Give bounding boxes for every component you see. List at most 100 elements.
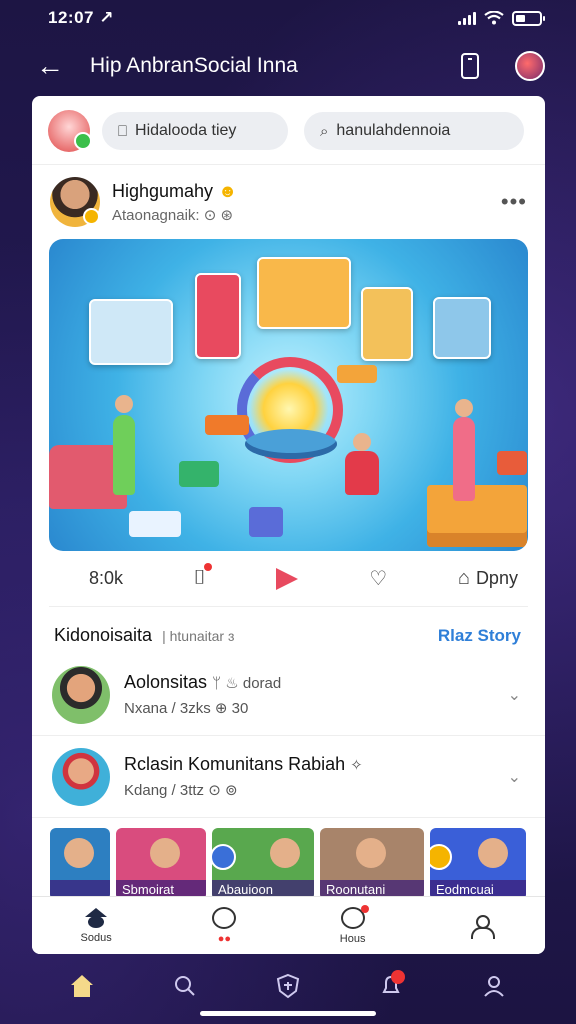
thumbnail-face [270,838,300,868]
communities-section-header: Kidonoisaita | htunaitar ɜ Rlaz Story [32,625,545,646]
chevron-down-icon[interactable]: ⌄ [508,685,521,705]
thumbnail-face [356,838,386,868]
share-button[interactable]: ⌂ Dpny [458,567,518,590]
device-icon[interactable] [454,50,486,82]
play-button[interactable] [276,567,299,590]
nav-search[interactable] [165,966,205,1006]
home-icon [70,975,93,997]
nav-create[interactable] [268,966,308,1006]
story-thumbnail[interactable]: Roonutani [320,828,424,900]
home-indicator[interactable] [200,1011,376,1016]
post-hero-illustration[interactable] [49,239,528,551]
post-meta: Highgumahy ☻ Ataonagnaik: ⊙ ⊛ [112,181,501,224]
illustration-box [427,485,527,547]
community-meta: Aolonsitas ᛘ ♨ dorad Nxana / 3zks ⊕ 30 [124,672,508,717]
tab-notifications[interactable]: Hous [313,904,393,945]
app-header: ← Hip AnbranSocial Inna [0,42,576,90]
illustration-cube [497,451,527,475]
illustration-panel [257,257,351,329]
play-badge-icon [212,844,236,870]
community-name: Aolonsitas ᛘ ♨ dorad [124,672,282,692]
story-thumbnail[interactable] [50,828,110,900]
page-title: Hip AnbranSocial Inna [90,54,298,77]
search-pill[interactable]: ⌕ hanulahdennoia [304,112,524,150]
tab-profile[interactable] [441,914,521,939]
home-icon [85,907,108,928]
story-thumbnails: Sbmoirat Abauioon Roonutani Eodmcuai [32,818,545,900]
list-item[interactable]: Rclasin Komunitans Rabiah ✧ Kdang / 3ttz… [32,736,545,818]
community-tag: ᛘ ♨ dorad [212,675,282,692]
profile-avatar-button[interactable] [514,50,546,82]
heart-button[interactable]: ♡ [369,566,387,591]
community-tag: ✧ [350,757,363,774]
story-thumbnail[interactable]: Abauioon [212,828,314,900]
illustration-person-head [455,399,473,417]
chevron-down-icon[interactable]: ⌄ [508,767,521,787]
wifi-icon [484,11,504,25]
community-avatar [52,665,110,724]
illustration-cube [249,507,283,537]
card-tab-bar: Sodus ●● Hous [32,896,545,954]
bag-icon: ⎕ [118,122,128,140]
heart-icon: ♡ [369,568,388,590]
thumbnail-face [478,838,508,868]
user-icon [470,914,495,939]
community-name: Rclasin Komunitans Rabiah ✧ [124,754,363,774]
list-item[interactable]: Aolonsitas ᛘ ♨ dorad Nxana / 3zks ⊕ 30 ⌄ [32,654,545,736]
nav-notifications[interactable] [371,966,411,1006]
illustration-panel [89,299,173,365]
story-thumbnail[interactable]: Sbmoirat [116,828,206,900]
feed-card: ⎕ Hidalooda tiey ⌕ hanulahdennoia Highgu… [32,96,545,954]
nav-home[interactable] [62,966,102,1006]
play-icon [276,567,299,590]
illustration-person [113,415,135,495]
illustration-sign [337,365,377,383]
bottom-nav [0,960,576,1012]
section-subtitle: | htunaitar ɜ [162,628,235,644]
section-link[interactable]: Rlaz Story [438,626,521,646]
app-logo-avatar[interactable] [48,110,92,152]
star-badge-icon [430,844,452,870]
notification-icon [340,904,369,929]
status-time: 12:07 ↗ [48,8,114,27]
nav-profile[interactable] [474,966,514,1006]
post-subtitle: Ataonagnaik: ⊙ ⊛ [112,206,234,224]
illustration-sign [205,415,249,435]
filter-pill-left-label: Hidalooda tiey [135,122,237,139]
illustration-person-head [115,395,133,413]
community-meta-text: Kdang / 3ttz ⊙ ⊚ [124,782,238,799]
tab-notifications-label: Hous [339,932,366,945]
illustration-panel [433,297,491,359]
tab-messages-label: ●● [217,932,232,945]
bookmark-icon: ⌷ [193,563,212,589]
more-options-icon[interactable]: ••• [501,189,527,215]
illustration-person [345,451,379,495]
community-meta: Rclasin Komunitans Rabiah ✧ Kdang / 3ttz… [124,754,508,799]
tab-messages[interactable]: ●● [184,906,264,945]
post-author-avatar[interactable] [50,177,100,227]
illustration-panel [195,273,241,359]
illustration-tablet [129,511,181,537]
emoji-icon: ☻ [218,180,238,201]
back-arrow-icon[interactable]: ← [36,52,72,80]
share-label: Dpny [475,568,518,588]
chat-icon [212,906,237,929]
top-row: ⎕ Hidalooda tiey ⌕ hanulahdennoia [32,96,545,165]
thumbnail-face [150,838,180,868]
cellular-signal-icon [458,11,476,25]
avatar [515,51,545,81]
illustration-person [453,417,475,501]
filter-pill-left[interactable]: ⎕ Hidalooda tiey [102,112,288,150]
tab-home-label: Sodus [80,931,112,944]
story-thumbnail[interactable]: Eodmcuai [430,828,526,900]
illustration-panel [361,287,413,361]
search-icon [174,976,195,996]
user-icon [484,976,505,997]
bookmark-button[interactable]: ⌷ [193,563,212,590]
search-icon: ⌕ [320,122,329,140]
search-pill-label: hanulahdennoia [336,122,451,139]
illustration-person-head [353,433,371,451]
tab-home[interactable]: Sodus [56,907,136,944]
post-header: Highgumahy ☻ Ataonagnaik: ⊙ ⊛ ••• [32,165,545,229]
post-author-name[interactable]: Highgumahy ☻ [112,181,501,202]
